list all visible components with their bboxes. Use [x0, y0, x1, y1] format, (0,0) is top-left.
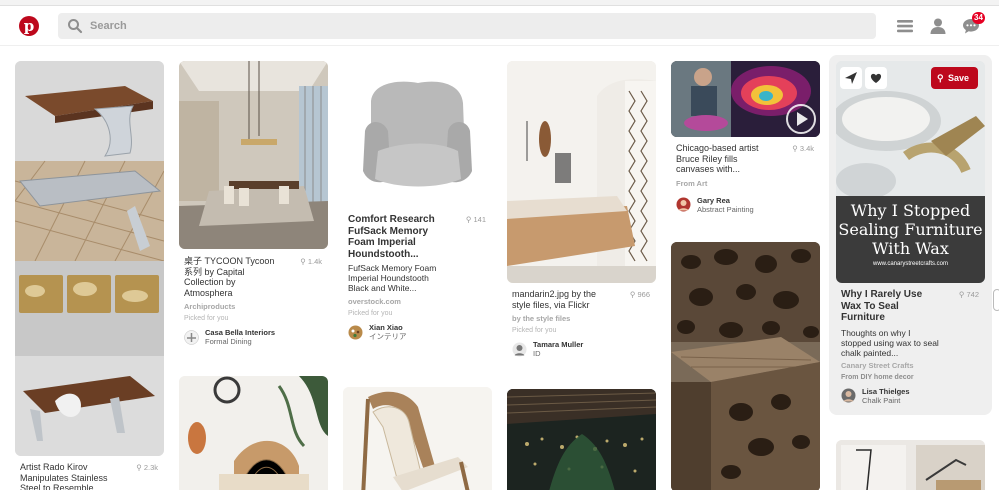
pin-attribution[interactable]: Xian Xiao インテリア [348, 323, 448, 341]
save-count: ⚲ 966 [629, 290, 650, 299]
scroll-handle[interactable] [993, 289, 999, 311]
pin-card[interactable]: Why I Stopped Sealing Furniture With Wax… [836, 61, 985, 421]
avatar-icon [184, 329, 199, 345]
pin-title[interactable]: Comfort Research FufSack Memory Foam Imp… [348, 214, 448, 260]
board-name[interactable]: Chalk Paint [862, 396, 910, 405]
rattan-bench-photo [179, 376, 328, 490]
search-input[interactable] [90, 13, 850, 39]
like-button[interactable] [865, 67, 887, 89]
pin-card[interactable] [343, 387, 492, 490]
steel-tables-collage [15, 61, 164, 456]
pin-attribution[interactable]: Gary Rea Abstract Painting [676, 196, 776, 214]
heart-icon [870, 73, 882, 83]
pin-image[interactable] [836, 440, 985, 490]
pin-image[interactable] [343, 387, 492, 490]
carved-wood-side-table-photo [671, 242, 820, 490]
pin-attribution[interactable]: Lisa Thielges Chalk Paint [841, 387, 941, 405]
pin-source[interactable]: by the style files [512, 314, 612, 323]
board-source[interactable]: From DIY home decor [841, 374, 941, 381]
pin-card[interactable] [179, 376, 328, 490]
menu-icon[interactable] [896, 17, 914, 35]
avatar-icon [512, 342, 527, 356]
restaurant-night-photo [507, 389, 656, 490]
save-count: ⚲ 742 [958, 290, 979, 299]
picked-for-you: Picked for you [512, 327, 557, 334]
pin-card[interactable] [671, 242, 820, 490]
pin-description: FufSack Memory Foam Imperial Houndstooth… [348, 263, 437, 293]
pin-image[interactable] [343, 61, 492, 208]
pin-attribution[interactable]: Tamara Muller ID [512, 340, 612, 358]
bean-bag-chair-photo [343, 61, 492, 208]
image-overlay-text: Why I Stopped Sealing Furniture With Wax… [838, 201, 983, 267]
pin-icon: ⚲ [792, 144, 800, 153]
pin-image[interactable] [671, 61, 820, 137]
pin-image[interactable] [507, 389, 656, 490]
pin-source[interactable]: Archiproducts [184, 302, 284, 311]
profile-icon[interactable] [929, 17, 947, 35]
pin-card[interactable]: 桌子 TYCOON Tycoon 系列 by Capital Collectio… [179, 61, 328, 361]
board-name[interactable]: インテリア [369, 332, 407, 341]
save-count: ⚲ 3.4k [792, 144, 814, 153]
save-button[interactable]: ⚲ Save [931, 67, 978, 89]
pin-image[interactable] [507, 61, 656, 283]
pin-grid: Artist Rado Kirov Manipulates Stainless … [0, 47, 999, 490]
bedroom-photo [507, 61, 656, 283]
avatar-icon [348, 325, 363, 339]
pin-image[interactable] [179, 376, 328, 490]
pin-icon: ⚲ [937, 73, 944, 83]
pin-title[interactable]: Artist Rado Kirov Manipulates Stainless … [20, 462, 130, 490]
pin-title[interactable]: Why I Rarely Use Wax To Seal Furniture [841, 289, 941, 324]
pin-card[interactable]: Comfort Research FufSack Memory Foam Imp… [343, 61, 492, 371]
pin-description: Thoughts on why I stopped using wax to s… [841, 327, 939, 358]
pin-source[interactable]: Canary Street Crafts [841, 361, 941, 370]
save-count: ⚲ 141 [465, 215, 486, 224]
pin-image[interactable] [671, 242, 820, 490]
pin-card[interactable]: Chicago-based artist Bruce Riley fills c… [671, 61, 820, 221]
wooden-chair-photo [343, 387, 492, 490]
pin-icon: ⚲ [136, 463, 144, 472]
board-name[interactable]: Abstract Painting [697, 205, 754, 214]
board-name[interactable]: ID [533, 349, 583, 358]
pin-title[interactable]: Chicago-based artist Bruce Riley fills c… [676, 143, 776, 175]
picked-for-you: Picked for you [348, 310, 393, 317]
pin-image[interactable] [15, 61, 164, 456]
send-icon [845, 72, 857, 84]
pin-card[interactable] [836, 440, 985, 490]
save-count: ⚲ 2.3k [136, 463, 158, 472]
pinner-name[interactable]: Xian Xiao [369, 323, 407, 332]
pin-title[interactable]: mandarin2.jpg by the style files, via Fl… [512, 289, 612, 310]
pin-card[interactable]: mandarin2.jpg by the style files, via Fl… [507, 61, 656, 371]
search-bar[interactable] [58, 13, 876, 39]
save-count: ⚲ 1.4k [300, 257, 322, 266]
search-icon [68, 19, 83, 34]
pin-card[interactable] [507, 389, 656, 490]
workshop-photo [836, 440, 985, 490]
pin-icon: ⚲ [300, 257, 308, 266]
pinner-name[interactable]: Casa Bella Interiors [205, 328, 275, 337]
pinner-name[interactable]: Gary Rea [697, 196, 754, 205]
pin-source[interactable]: From Art [676, 179, 776, 188]
pin-card[interactable]: Artist Rado Kirov Manipulates Stainless … [15, 61, 164, 490]
pinterest-logo[interactable]: p [19, 16, 39, 36]
notification-badge: 34 [972, 12, 985, 24]
picked-for-you: Picked for you [184, 315, 229, 322]
pin-attribution[interactable]: Casa Bella Interiors Formal Dining [184, 328, 284, 346]
pinner-name[interactable]: Tamara Muller [533, 340, 583, 349]
pinner-name[interactable]: Lisa Thielges [862, 387, 910, 396]
board-name[interactable]: Formal Dining [205, 337, 275, 346]
dining-room-photo [179, 61, 328, 249]
avatar-icon [676, 197, 691, 212]
pin-source[interactable]: overstock.com [348, 297, 448, 306]
top-nav-bar: p 34 [0, 6, 999, 46]
avatar-icon [841, 388, 856, 403]
send-button[interactable] [840, 67, 862, 89]
pin-title[interactable]: 桌子 TYCOON Tycoon 系列 by Capital Collectio… [184, 256, 284, 298]
artist-painting-photo [671, 61, 820, 137]
pin-image[interactable] [179, 61, 328, 249]
